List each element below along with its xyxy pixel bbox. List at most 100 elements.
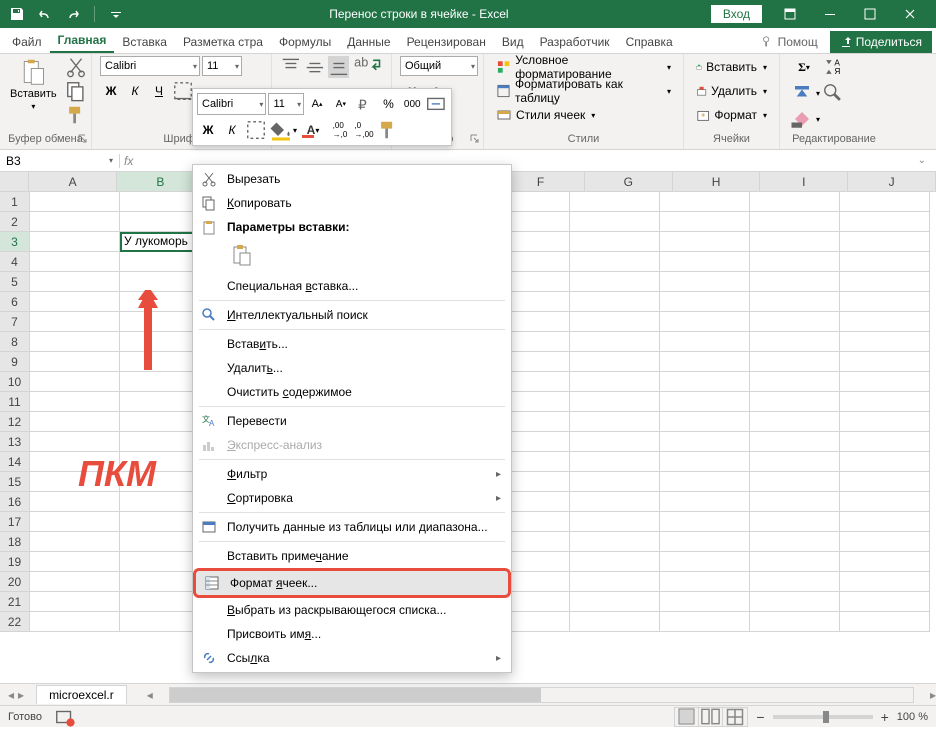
cut-icon[interactable]: [65, 56, 87, 78]
cell[interactable]: [660, 472, 750, 492]
bold-icon[interactable]: Ж: [100, 80, 122, 102]
fx-icon[interactable]: fx: [124, 154, 133, 168]
row-header[interactable]: 5: [0, 272, 30, 292]
mini-border-icon[interactable]: [245, 119, 267, 141]
cell[interactable]: [30, 412, 120, 432]
menu-insert[interactable]: Вставить...: [193, 332, 511, 356]
cell[interactable]: [660, 572, 750, 592]
menu-filter[interactable]: Фильтр▸: [193, 462, 511, 486]
cell[interactable]: [750, 352, 840, 372]
row-header[interactable]: 6: [0, 292, 30, 312]
menu-copy[interactable]: Копировать: [193, 191, 511, 215]
fill-icon[interactable]: ▾: [788, 82, 820, 104]
cell[interactable]: [750, 412, 840, 432]
cell[interactable]: [30, 432, 120, 452]
autosum-icon[interactable]: Σ ▾: [788, 56, 820, 78]
tab-layout[interactable]: Разметка стра: [175, 31, 271, 53]
mini-dec-dec-icon[interactable]: ,0→,00: [353, 119, 375, 141]
cell[interactable]: [840, 532, 930, 552]
cell[interactable]: [570, 412, 660, 432]
cell[interactable]: [30, 532, 120, 552]
italic-icon[interactable]: К: [124, 80, 146, 102]
cell[interactable]: [660, 252, 750, 272]
mini-bold-icon[interactable]: Ж: [197, 119, 219, 141]
cell[interactable]: [840, 292, 930, 312]
cell[interactable]: [570, 292, 660, 312]
maximize-icon[interactable]: [850, 0, 890, 28]
mini-dec-inc-icon[interactable]: ,00→,0: [329, 119, 351, 141]
cell[interactable]: [660, 212, 750, 232]
sheet-nav-next-icon[interactable]: ▸: [18, 688, 24, 702]
tab-file[interactable]: Файл: [4, 31, 50, 53]
cell[interactable]: [570, 552, 660, 572]
page-break-view-icon[interactable]: [723, 708, 747, 726]
cell[interactable]: [570, 612, 660, 632]
zoom-slider[interactable]: [773, 715, 873, 719]
cell[interactable]: [750, 472, 840, 492]
cell[interactable]: [660, 232, 750, 252]
col-header[interactable]: I: [760, 172, 848, 191]
cell[interactable]: [840, 492, 930, 512]
expand-formula-bar-icon[interactable]: ⌄: [918, 155, 932, 166]
cell[interactable]: [30, 572, 120, 592]
cell[interactable]: [30, 512, 120, 532]
tell-me[interactable]: Помощ: [752, 35, 826, 49]
cell[interactable]: [30, 192, 120, 212]
cell[interactable]: [660, 612, 750, 632]
menu-delete[interactable]: Удалить...: [193, 356, 511, 380]
mini-font-color-icon[interactable]: A▾: [299, 119, 327, 141]
cell[interactable]: [570, 512, 660, 532]
cell[interactable]: [840, 472, 930, 492]
cell[interactable]: [30, 472, 120, 492]
row-header[interactable]: 16: [0, 492, 30, 512]
menu-paste-special[interactable]: Специальная вставка...: [193, 274, 511, 298]
align-middle-icon[interactable]: [304, 56, 326, 78]
col-header[interactable]: H: [673, 172, 761, 191]
zoom-level[interactable]: 100 %: [897, 711, 928, 723]
cell[interactable]: [840, 452, 930, 472]
mini-size-combo[interactable]: 11▾: [268, 93, 304, 115]
cell[interactable]: [840, 332, 930, 352]
cell[interactable]: [660, 372, 750, 392]
cell[interactable]: [750, 212, 840, 232]
menu-link[interactable]: Ссылка▸: [193, 646, 511, 670]
cell[interactable]: [750, 572, 840, 592]
cell[interactable]: [750, 372, 840, 392]
menu-pick-from-list[interactable]: Выбрать из раскрывающегося списка...: [193, 598, 511, 622]
insert-cells-button[interactable]: Вставить▾: [692, 56, 771, 78]
row-header[interactable]: 22: [0, 612, 30, 632]
row-header[interactable]: 2: [0, 212, 30, 232]
accounting-format-icon[interactable]: ₽: [354, 93, 376, 115]
comma-style-icon[interactable]: 000: [401, 93, 423, 115]
cell[interactable]: [570, 572, 660, 592]
cell[interactable]: [570, 232, 660, 252]
cell[interactable]: [840, 432, 930, 452]
tab-data[interactable]: Данные: [339, 31, 398, 53]
row-header[interactable]: 4: [0, 252, 30, 272]
cell[interactable]: [750, 492, 840, 512]
cell[interactable]: [750, 192, 840, 212]
cell[interactable]: [660, 312, 750, 332]
number-format-combo[interactable]: Общий▾: [400, 56, 478, 76]
cell[interactable]: [660, 332, 750, 352]
tab-view[interactable]: Вид: [494, 31, 532, 53]
row-header[interactable]: 14: [0, 452, 30, 472]
hscroll-left-icon[interactable]: ◂: [147, 688, 153, 702]
cell[interactable]: [750, 592, 840, 612]
cell[interactable]: [840, 352, 930, 372]
cell[interactable]: [570, 432, 660, 452]
cell[interactable]: [30, 372, 120, 392]
cell[interactable]: [30, 452, 120, 472]
paste-default-icon[interactable]: [227, 240, 257, 270]
minimize-icon[interactable]: [810, 0, 850, 28]
cell[interactable]: [660, 432, 750, 452]
horizontal-scrollbar[interactable]: [169, 687, 914, 703]
cell[interactable]: [750, 292, 840, 312]
row-header[interactable]: 9: [0, 352, 30, 372]
tab-review[interactable]: Рецензирован: [399, 31, 494, 53]
find-icon[interactable]: [822, 82, 844, 104]
tab-developer[interactable]: Разработчик: [532, 31, 618, 53]
wrap-text-icon[interactable]: ab: [351, 56, 383, 78]
name-box[interactable]: B3▾: [0, 154, 120, 168]
macro-record-icon[interactable]: [54, 706, 76, 728]
